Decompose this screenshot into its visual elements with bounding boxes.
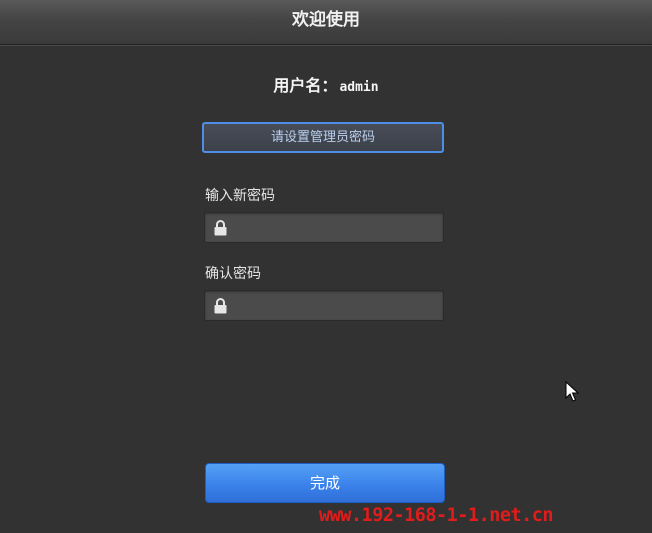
lock-icon (214, 220, 227, 236)
done-button[interactable]: 完成 (205, 463, 445, 503)
confirm-password-field[interactable] (204, 290, 444, 321)
watermark: www.192-168-1-1.net.cn (319, 505, 554, 526)
new-password-input[interactable] (233, 213, 438, 242)
new-password-field[interactable] (204, 212, 444, 243)
username-display: 用户名： admin (0, 72, 652, 96)
username-label: 用户名： (273, 76, 338, 95)
confirm-password-input[interactable] (233, 291, 438, 320)
username-value: admin (339, 80, 379, 95)
confirm-password-label: 确认密码 (205, 266, 261, 282)
new-password-label: 输入新密码 (205, 188, 275, 204)
page-title: 欢迎使用 (292, 10, 360, 30)
done-button-label: 完成 (309, 474, 340, 492)
set-password-hint-text: 请设置管理员密码 (270, 130, 375, 145)
set-password-hint: 请设置管理员密码 (202, 122, 444, 153)
lock-icon (214, 298, 227, 314)
mouse-pointer-icon (565, 381, 579, 402)
page-header: 欢迎使用 (0, 0, 652, 45)
